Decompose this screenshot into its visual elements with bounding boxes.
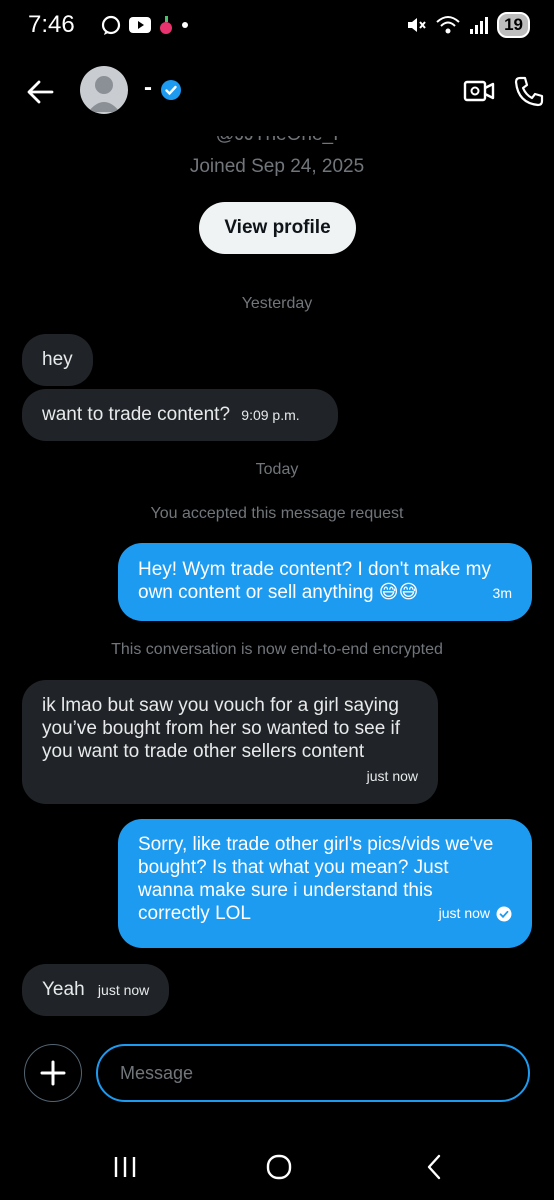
conversation-header: -	[0, 60, 554, 124]
phone-call-icon[interactable]	[512, 74, 546, 108]
message-text-line: own content or sell anything 😅😅	[138, 582, 419, 603]
message-timestamp: 9:09 p.m.	[241, 407, 300, 423]
view-profile-button[interactable]: View profile	[199, 202, 356, 254]
message-outgoing[interactable]: Hey! Wym trade content? I don't make my …	[118, 543, 532, 621]
app-notification-icon	[160, 16, 172, 34]
add-attachment-button[interactable]	[24, 1044, 82, 1102]
message-text-line: Sorry, like trade other girl's pics/vids…	[138, 834, 494, 855]
message-text-line: you’ve bought from her so wanted to see …	[42, 718, 401, 739]
message-timestamp: just now	[438, 905, 490, 921]
contact-name[interactable]: -	[144, 74, 152, 102]
message-incoming[interactable]: want to trade content? 9:09 p.m.	[22, 389, 338, 441]
status-bar: 7:46 19	[0, 0, 554, 52]
message-text: hey	[42, 349, 73, 370]
contact-handle: @JJTheOne_I	[215, 124, 339, 145]
battery-indicator: 19	[497, 12, 530, 38]
message-text-line: ik lmao but saw you vouch for a girl say…	[42, 695, 399, 716]
more-dot-icon	[182, 22, 188, 28]
request-accepted-notice: You accepted this message request	[150, 505, 404, 522]
joined-date: Joined Sep 24, 2025	[189, 156, 365, 177]
message-incoming[interactable]: hey	[22, 334, 93, 386]
date-separator-today: Today	[255, 461, 299, 478]
plus-icon	[40, 1060, 66, 1086]
avatar[interactable]	[80, 66, 128, 114]
read-receipt-check-icon	[496, 906, 512, 921]
mute-icon	[408, 18, 426, 32]
verified-badge-icon	[161, 80, 181, 100]
status-system-icons: 19	[405, 12, 530, 38]
message-incoming[interactable]: ik lmao but saw you vouch for a girl say…	[22, 680, 438, 804]
back-nav-icon[interactable]	[422, 1152, 448, 1182]
message-text-line: you want to trade other sellers content	[42, 741, 365, 762]
message-timestamp: 3m	[492, 585, 512, 601]
message-text-line: Hey! Wym trade content? I don't make my	[138, 559, 491, 580]
system-navigation-bar	[0, 1140, 554, 1200]
chat-notification-icon	[101, 15, 121, 35]
message-text-line: correctly LOL	[138, 903, 251, 924]
encryption-notice: This conversation is now end-to-end encr…	[111, 641, 443, 658]
youtube-icon	[129, 17, 151, 33]
message-text: Yeah	[42, 979, 85, 1000]
message-text-line: wanna make sure i understand this	[138, 880, 433, 901]
message-input[interactable]	[96, 1044, 530, 1102]
wifi-icon	[436, 16, 460, 34]
back-arrow-icon[interactable]	[22, 72, 62, 112]
status-notifications	[100, 14, 190, 36]
home-icon[interactable]	[264, 1152, 294, 1182]
date-separator-yesterday: Yesterday	[241, 295, 313, 312]
default-avatar-icon	[88, 76, 120, 112]
message-text: want to trade content?	[42, 404, 231, 425]
message-timestamp: just now	[366, 768, 418, 784]
status-time: 7:46	[28, 11, 75, 38]
message-timestamp: just now	[97, 982, 150, 998]
message-incoming[interactable]: Yeah just now	[22, 964, 170, 1016]
recent-apps-icon[interactable]	[112, 1154, 138, 1180]
signal-icon	[470, 17, 489, 34]
message-outgoing[interactable]: Sorry, like trade other girl's pics/vids…	[118, 819, 532, 948]
video-call-icon[interactable]	[462, 74, 496, 108]
message-text-line: bought? Is that what you mean? Just	[138, 857, 449, 878]
